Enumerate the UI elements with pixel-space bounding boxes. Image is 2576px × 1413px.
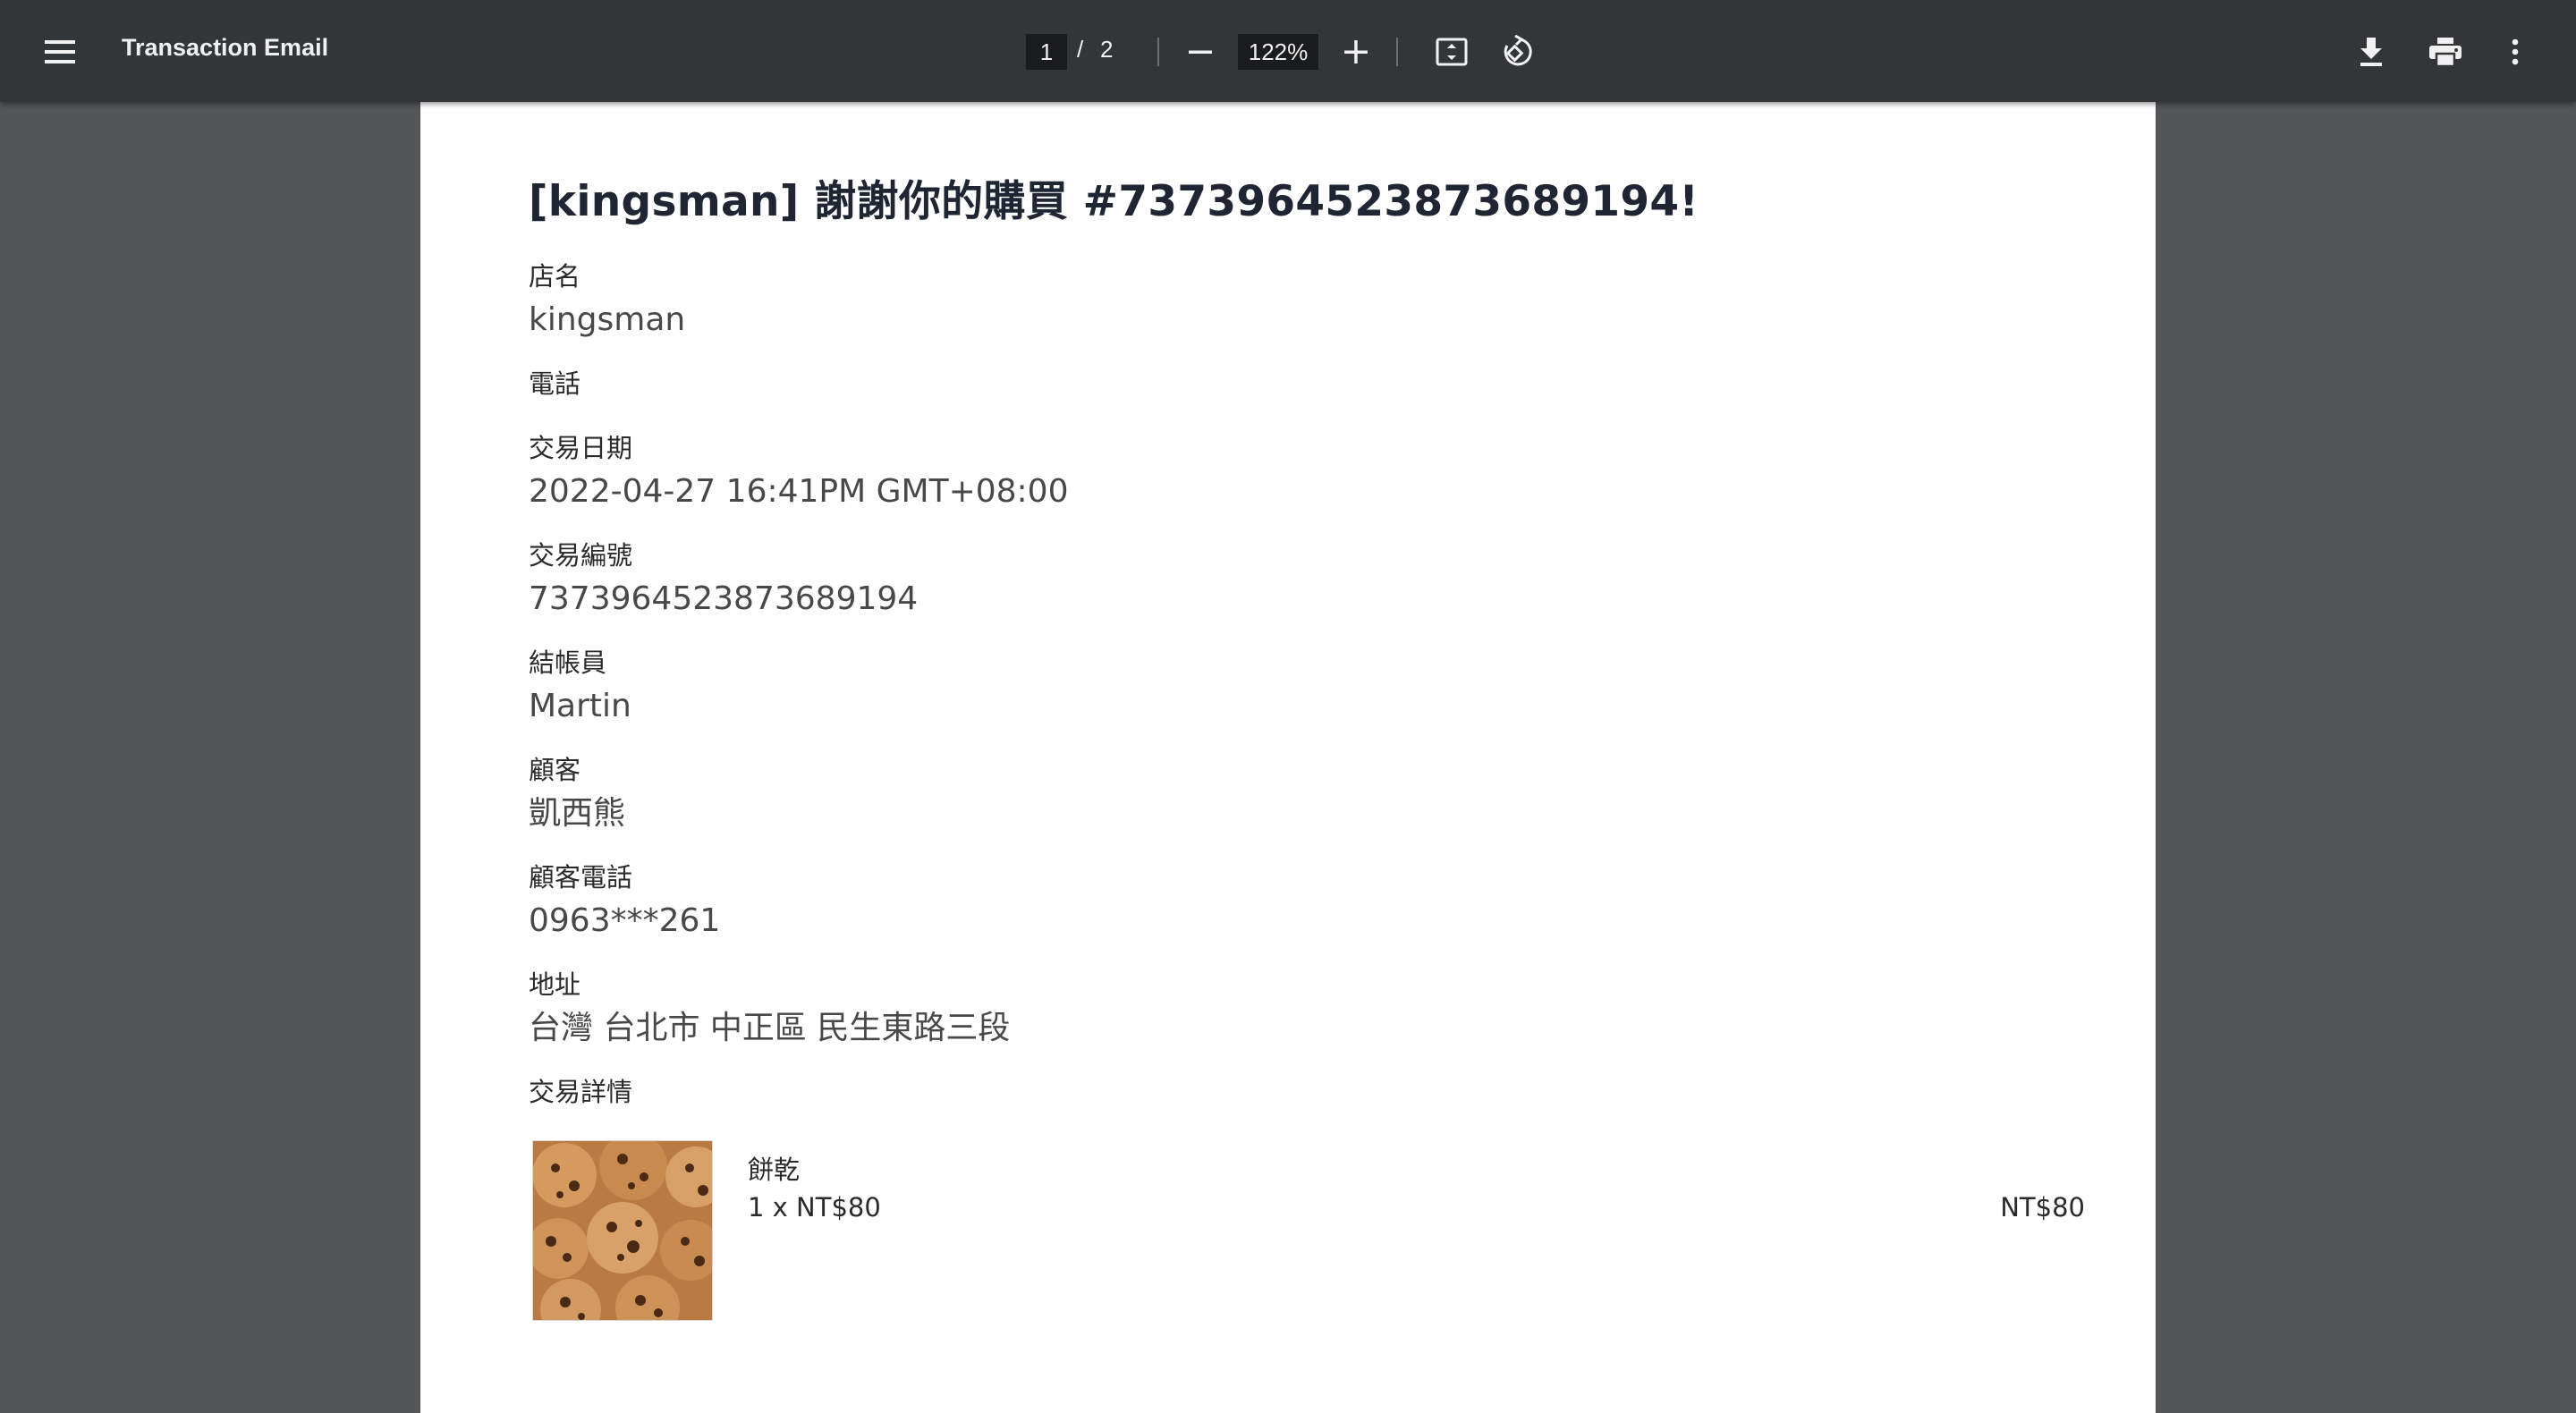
address-field: 地址 台灣 台北市 中正區 民生東路三段 <box>529 969 2085 1049</box>
field-label: 顧客電話 <box>529 862 633 893</box>
pdf-page: [kingsman] 謝謝你的購買 #7373964523873689194! … <box>420 102 2156 1413</box>
field-value: 7373964523873689194 <box>529 580 919 617</box>
field-label: 交易編號 <box>529 540 633 571</box>
email-content: [kingsman] 謝謝你的購買 #7373964523873689194! … <box>529 166 2085 1324</box>
transaction-details-field: 交易詳情 <box>529 1076 2085 1108</box>
field-value: 2022-04-27 16:41PM GMT+08:00 <box>529 473 1069 510</box>
phone-field: 電話 <box>529 368 2085 400</box>
fit-to-page-button[interactable] <box>1429 30 1474 73</box>
field-value: Martin <box>529 688 631 724</box>
minus-icon <box>1189 50 1212 54</box>
field-label: 交易日期 <box>529 433 633 463</box>
field-value: 台灣 台北市 中正區 民生東路三段 <box>529 1010 1011 1046</box>
product-image <box>532 1140 713 1321</box>
page-total: 2 <box>1100 36 1114 63</box>
page-separator: / <box>1077 36 1084 63</box>
print-button[interactable] <box>2420 30 2470 73</box>
field-value: kingsman <box>529 301 686 338</box>
field-label: 顧客 <box>529 755 581 785</box>
toolbar-divider <box>1396 38 1398 66</box>
zoom-level-input[interactable]: 122% <box>1238 34 1318 70</box>
download-icon <box>2360 38 2382 66</box>
rotate-icon <box>1504 35 1532 66</box>
more-vert-icon <box>2512 38 2519 65</box>
item-total: NT$80 <box>2000 1192 2085 1223</box>
plus-icon <box>1344 40 1368 63</box>
fit-page-icon <box>1436 38 1468 66</box>
toolbar-divider <box>1157 38 1159 66</box>
transaction-date-field: 交易日期 2022-04-27 16:41PM GMT+08:00 <box>529 432 2085 512</box>
customer-phone-field: 顧客電話 0963***261 <box>529 861 2085 942</box>
line-item: 餅乾 1 x NT$80 NT$80 <box>529 1140 2085 1324</box>
item-quantity-price: 1 x NT$80 <box>748 1192 881 1223</box>
menu-icon <box>45 40 75 63</box>
field-label: 電話 <box>529 368 581 399</box>
page-number-input[interactable]: 1 <box>1026 34 1067 70</box>
transaction-id-field: 交易編號 7373964523873689194 <box>529 539 2085 620</box>
cookie-image <box>533 1141 712 1320</box>
field-label: 結帳員 <box>529 647 607 678</box>
download-button[interactable] <box>2349 30 2394 73</box>
store-name-field: 店名 kingsman <box>529 260 2085 341</box>
email-heading: [kingsman] 謝謝你的購買 #7373964523873689194! <box>529 177 1699 226</box>
print-icon <box>2429 38 2462 66</box>
field-value: 凱西熊 <box>529 795 626 832</box>
pdf-toolbar: Transaction Email 1 / 2 122% <box>0 0 2576 102</box>
item-name: 餅乾 <box>748 1155 801 1185</box>
field-label: 地址 <box>529 969 581 1000</box>
document-title: Transaction Email <box>122 34 329 61</box>
field-value: 0963***261 <box>529 902 721 939</box>
menu-button[interactable] <box>36 29 86 75</box>
more-actions-button[interactable] <box>2497 30 2533 73</box>
customer-field: 顧客 凱西熊 <box>529 754 2085 834</box>
zoom-in-button[interactable] <box>1336 32 1376 72</box>
cashier-field: 結帳員 Martin <box>529 647 2085 727</box>
field-label: 店名 <box>529 261 581 292</box>
rotate-button[interactable] <box>1494 30 1540 73</box>
field-label: 交易詳情 <box>529 1077 633 1107</box>
zoom-out-button[interactable] <box>1181 32 1220 72</box>
